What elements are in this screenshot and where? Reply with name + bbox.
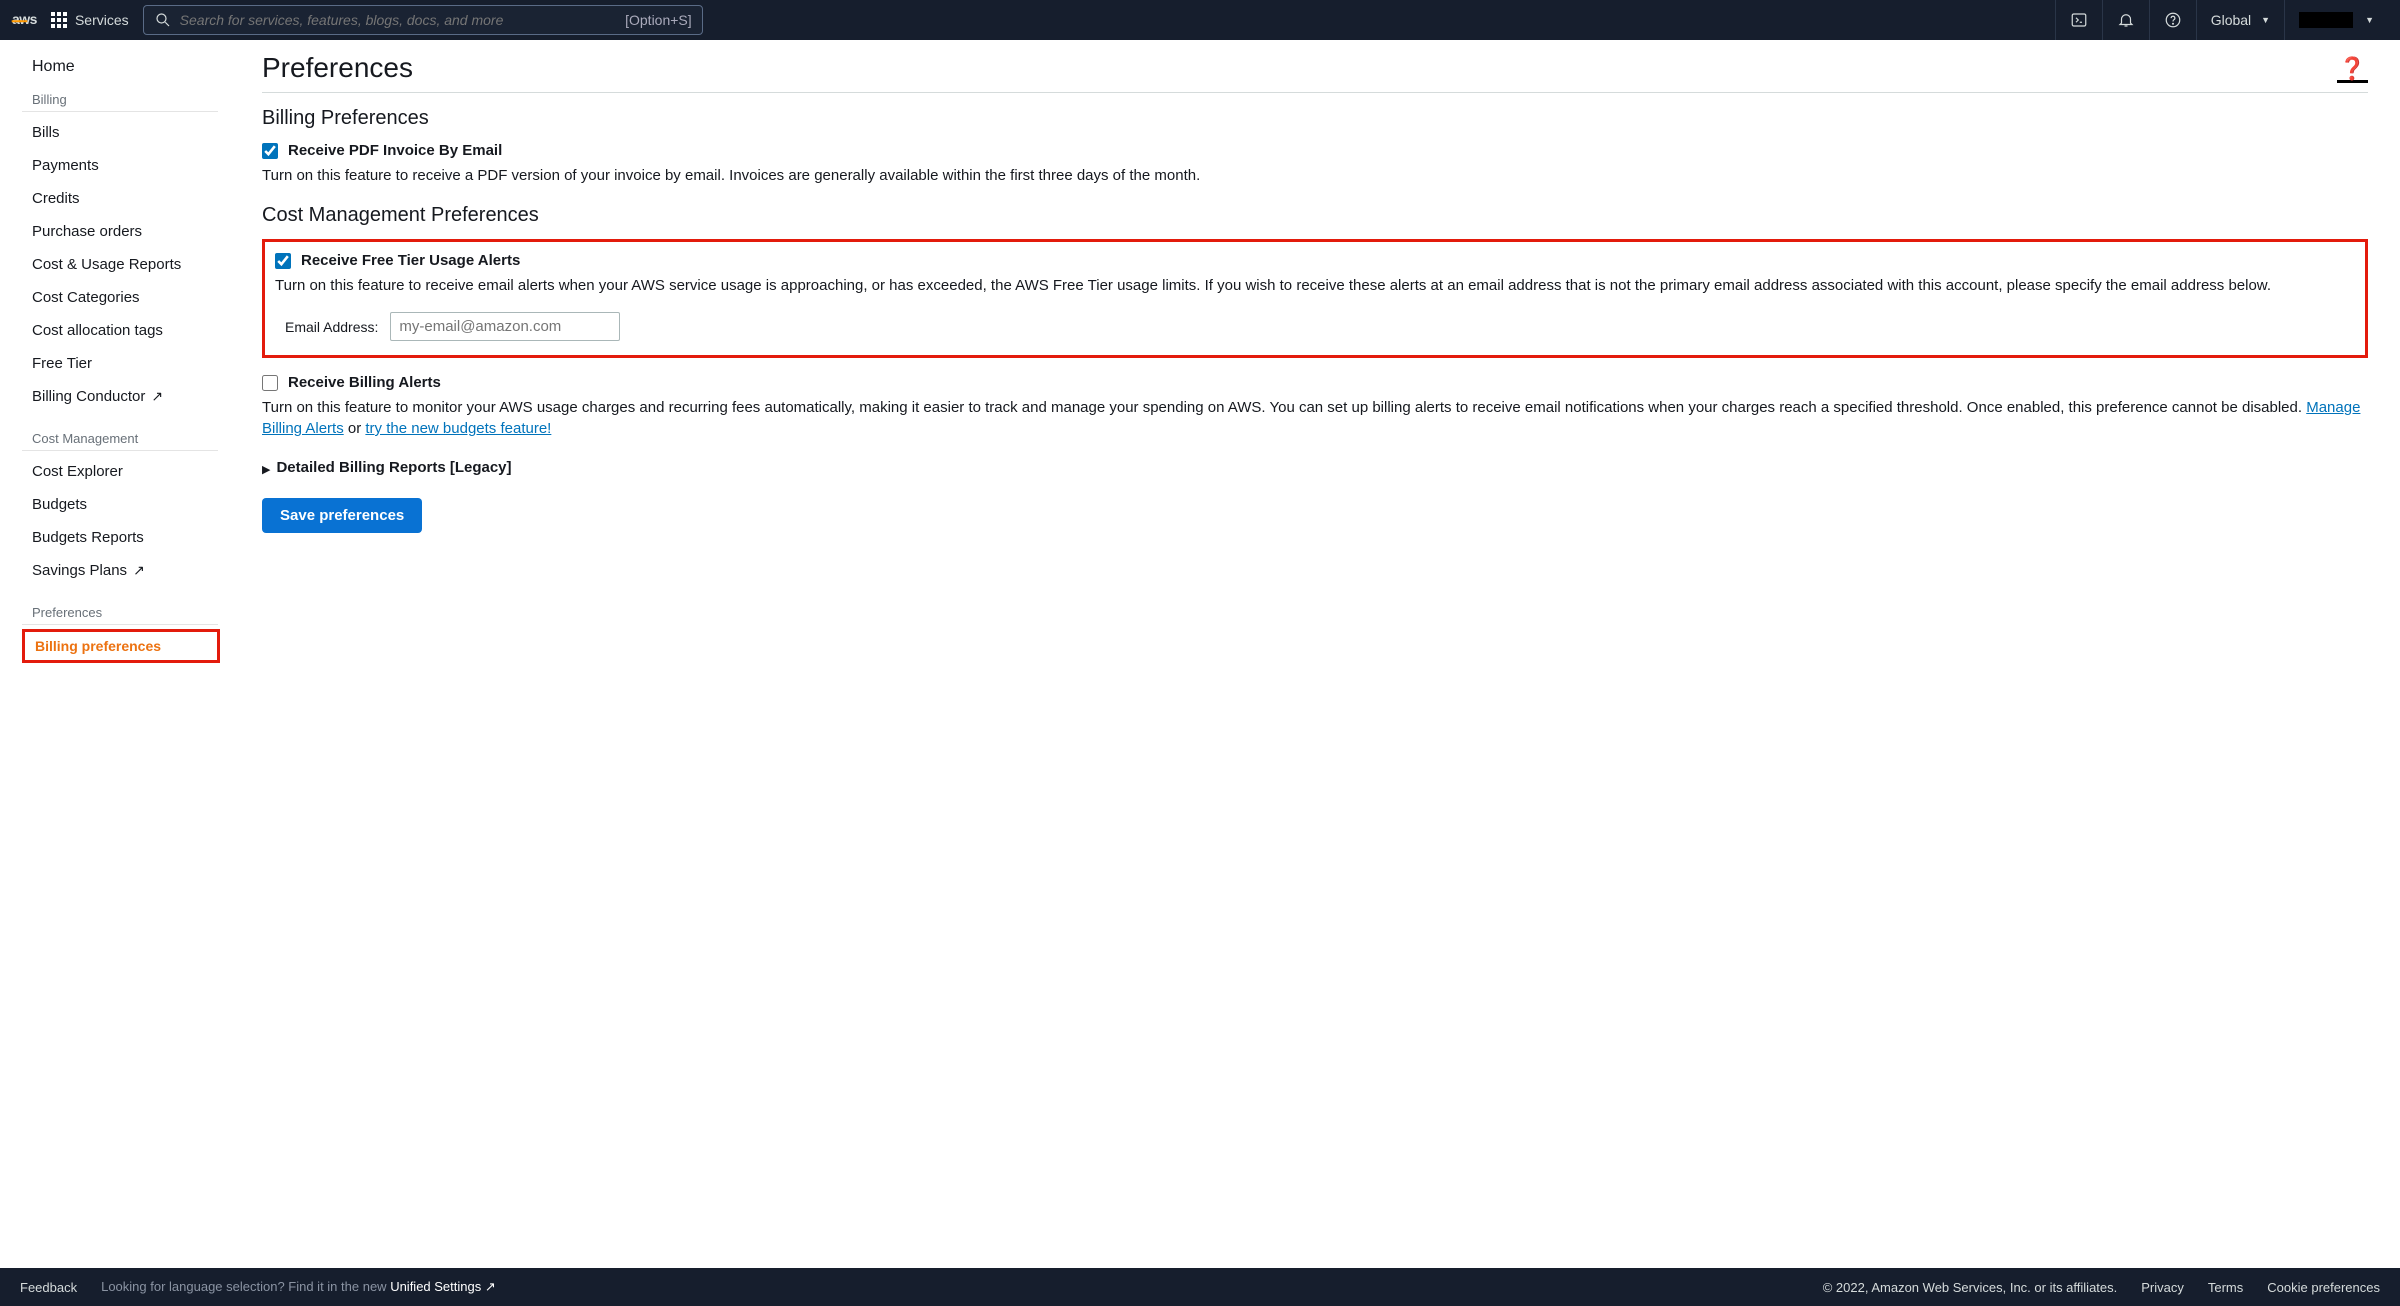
triangle-right-icon <box>262 460 270 476</box>
terms-link[interactable]: Terms <box>2208 1280 2243 1295</box>
sidebar: Home Billing Bills Payments Credits Purc… <box>0 40 230 1268</box>
checkbox-billing-alerts[interactable] <box>262 375 278 391</box>
sidebar-item-budgets[interactable]: Budgets <box>0 488 230 521</box>
main-content: ❓ Preferences Billing Preferences Receiv… <box>230 40 2400 1268</box>
text-separator: or <box>344 420 366 437</box>
services-label: Services <box>75 12 129 28</box>
pref-description-text: Turn on this feature to monitor your AWS… <box>262 399 2306 416</box>
checkbox-pdf-invoice[interactable] <box>262 143 278 159</box>
pref-billing-alerts: Receive Billing Alerts Turn on this feat… <box>262 374 2368 439</box>
sidebar-item-label: Savings Plans <box>32 562 127 579</box>
legacy-label: Detailed Billing Reports [Legacy] <box>276 459 511 476</box>
region-selector[interactable]: Global <box>2196 0 2284 40</box>
top-navigation: aws ▔▔ Services [Option+S] Global <box>0 0 2400 40</box>
help-question-icon: ❓ <box>2339 56 2366 81</box>
sidebar-item-savings-plans[interactable]: Savings Plans ↗ <box>0 554 230 587</box>
sidebar-item-bills[interactable]: Bills <box>0 116 230 149</box>
external-link-icon: ↗ <box>133 562 145 579</box>
sidebar-category-billing: Billing <box>22 84 218 112</box>
pref-description: Turn on this feature to monitor your AWS… <box>262 397 2368 439</box>
sidebar-item-cost-explorer[interactable]: Cost Explorer <box>0 455 230 488</box>
cloudshell-button[interactable] <box>2055 0 2102 40</box>
footer-text: Looking for language selection? Find it … <box>101 1279 390 1294</box>
sidebar-category-preferences: Preferences <box>22 597 218 625</box>
bell-icon <box>2117 11 2135 29</box>
sidebar-item-credits[interactable]: Credits <box>0 182 230 215</box>
global-search[interactable]: [Option+S] <box>143 5 703 35</box>
sidebar-item-cost-usage-reports[interactable]: Cost & Usage Reports <box>0 248 230 281</box>
footer-language-hint: Looking for language selection? Find it … <box>101 1279 496 1295</box>
sidebar-item-cost-allocation-tags[interactable]: Cost allocation tags <box>0 314 230 347</box>
pref-description: Turn on this feature to receive a PDF ve… <box>262 165 2368 186</box>
sidebar-item-label: Billing Conductor <box>32 388 145 405</box>
help-circle-icon <box>2164 11 2182 29</box>
page-title: Preferences <box>262 52 2368 93</box>
sidebar-item-purchase-orders[interactable]: Purchase orders <box>0 215 230 248</box>
try-budgets-link[interactable]: try the new budgets feature! <box>365 420 551 437</box>
search-input[interactable] <box>180 12 617 28</box>
cookie-preferences-link[interactable]: Cookie preferences <box>2267 1280 2380 1295</box>
feedback-link[interactable]: Feedback <box>20 1280 77 1295</box>
aws-logo[interactable]: aws ▔▔ <box>12 11 37 29</box>
grid-icon <box>51 12 67 28</box>
unified-settings-link[interactable]: Unified Settings ↗ <box>390 1279 496 1294</box>
pref-free-tier-alerts: Receive Free Tier Usage Alerts Turn on t… <box>262 239 2368 358</box>
billing-preferences-heading: Billing Preferences <box>262 107 2368 130</box>
search-shortcut-label: [Option+S] <box>625 12 692 28</box>
pref-label: Receive Free Tier Usage Alerts <box>301 252 520 269</box>
account-menu[interactable] <box>2284 0 2388 40</box>
services-menu-button[interactable]: Services <box>51 12 129 28</box>
sidebar-item-free-tier[interactable]: Free Tier <box>0 347 230 380</box>
support-button[interactable] <box>2149 0 2196 40</box>
footer-copyright: © 2022, Amazon Web Services, Inc. or its… <box>1823 1280 2118 1295</box>
topnav-utility-icons: Global <box>2055 0 2388 40</box>
email-address-label: Email Address: <box>285 319 378 335</box>
notifications-button[interactable] <box>2102 0 2149 40</box>
sidebar-item-billing-preferences[interactable]: Billing preferences <box>22 629 220 663</box>
pref-label: Receive Billing Alerts <box>288 374 441 391</box>
save-preferences-button[interactable]: Save preferences <box>262 498 422 533</box>
cost-management-preferences-heading: Cost Management Preferences <box>262 204 2368 227</box>
sidebar-category-cost-management: Cost Management <box>22 423 218 451</box>
footer: Feedback Looking for language selection?… <box>0 1268 2400 1306</box>
external-link-icon: ↗ <box>151 388 163 405</box>
sidebar-item-cost-categories[interactable]: Cost Categories <box>0 281 230 314</box>
privacy-link[interactable]: Privacy <box>2141 1280 2184 1295</box>
pref-label: Receive PDF Invoice By Email <box>288 142 502 159</box>
account-name-redacted <box>2299 12 2353 28</box>
free-tier-email-input[interactable] <box>390 312 620 341</box>
sidebar-item-billing-conductor[interactable]: Billing Conductor ↗ <box>0 380 230 413</box>
pref-description: Turn on this feature to receive email al… <box>275 275 2355 296</box>
aws-smile-icon: ▔▔ <box>12 27 37 29</box>
cloudshell-icon <box>2070 11 2088 29</box>
pref-pdf-invoice: Receive PDF Invoice By Email Turn on thi… <box>262 142 2368 186</box>
sidebar-item-home[interactable]: Home <box>0 54 230 84</box>
detailed-billing-reports-toggle[interactable]: Detailed Billing Reports [Legacy] <box>262 459 2368 476</box>
sidebar-item-budgets-reports[interactable]: Budgets Reports <box>0 521 230 554</box>
region-label: Global <box>2211 12 2251 28</box>
checkbox-free-tier-alerts[interactable] <box>275 253 291 269</box>
sidebar-item-payments[interactable]: Payments <box>0 149 230 182</box>
page-help-button[interactable]: ❓ <box>2337 58 2368 83</box>
search-icon <box>154 11 172 29</box>
